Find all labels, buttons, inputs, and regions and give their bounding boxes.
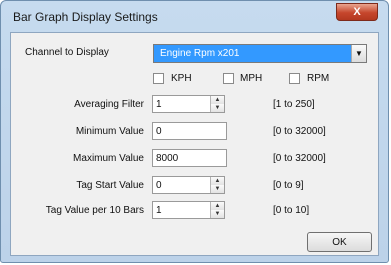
channel-label: Channel to Display: [25, 47, 109, 58]
title-bar[interactable]: Bar Graph Display Settings X: [1, 1, 388, 31]
minimum-value-range: [0 to 32000]: [273, 126, 326, 137]
tag-start-value-value: 0: [156, 180, 162, 191]
kph-label: KPH: [171, 73, 192, 84]
ok-label: OK: [332, 236, 347, 248]
tag-value-per-10-bars-label: Tag Value per 10 Bars: [45, 205, 144, 216]
channel-selected-value: Engine Rpm x201: [160, 48, 240, 59]
tag-start-value-input[interactable]: 0 ▲ ▼: [152, 176, 225, 194]
rpm-checkbox[interactable]: [289, 73, 300, 84]
kph-checkbox[interactable]: [153, 73, 164, 84]
averaging-filter-spinner[interactable]: ▲ ▼: [210, 96, 224, 112]
mph-label: MPH: [240, 73, 263, 84]
tag-start-value-spinner[interactable]: ▲ ▼: [210, 177, 224, 193]
spin-down-icon[interactable]: ▼: [211, 104, 224, 112]
close-icon: X: [353, 6, 361, 18]
dialog-window: Bar Graph Display Settings X Channel to …: [0, 0, 389, 263]
channel-dropdown[interactable]: Engine Rpm x201 ▼: [153, 44, 367, 63]
dialog-body: Channel to Display Engine Rpm x201 ▼ KPH…: [10, 32, 379, 256]
maximum-value-value: 8000: [156, 153, 179, 164]
minimum-value-label: Minimum Value: [75, 126, 144, 137]
tag-start-value-range: [0 to 9]: [273, 180, 304, 191]
averaging-filter-input[interactable]: 1 ▲ ▼: [152, 95, 225, 113]
minimum-value-value: 0: [156, 126, 162, 137]
dialog-title: Bar Graph Display Settings: [13, 10, 158, 24]
tag-value-per-10-bars-input[interactable]: 1 ▲ ▼: [152, 201, 225, 219]
tag-value-per-10-bars-value: 1: [156, 205, 162, 216]
tag-value-per-10-bars-range: [0 to 10]: [273, 205, 310, 216]
averaging-filter-range: [1 to 250]: [273, 99, 315, 110]
ok-button[interactable]: OK: [307, 232, 372, 252]
spin-down-icon[interactable]: ▼: [211, 210, 224, 218]
spin-down-icon[interactable]: ▼: [211, 185, 224, 193]
minimum-value-input[interactable]: 0: [152, 122, 227, 140]
tag-start-value-label: Tag Start Value: [76, 180, 144, 191]
maximum-value-label: Maximum Value: [73, 153, 144, 164]
tag-value-per-10-bars-spinner[interactable]: ▲ ▼: [210, 202, 224, 218]
close-button[interactable]: X: [336, 3, 378, 21]
averaging-filter-value: 1: [156, 99, 162, 110]
maximum-value-range: [0 to 32000]: [273, 153, 326, 164]
rpm-label: RPM: [307, 73, 330, 84]
chevron-down-icon[interactable]: ▼: [351, 45, 366, 62]
maximum-value-input[interactable]: 8000: [152, 149, 227, 167]
mph-checkbox[interactable]: [223, 73, 234, 84]
averaging-filter-label: Averaging Filter: [74, 99, 144, 110]
